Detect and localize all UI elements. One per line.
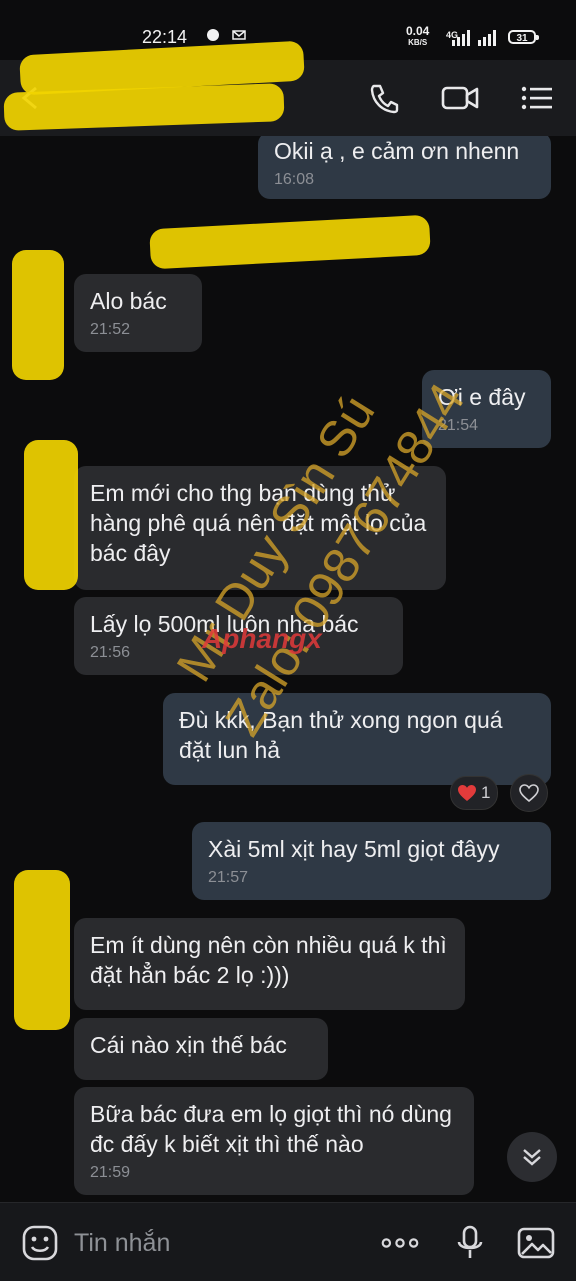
- message-bubble-outgoing[interactable]: Xài 5ml xịt hay 5ml giọt đâyy 21:57: [192, 822, 551, 900]
- scroll-to-bottom-button[interactable]: [507, 1132, 557, 1182]
- message-time: 16:08: [274, 171, 315, 188]
- message-bubble-incoming[interactable]: Alo bác 21:52: [74, 274, 202, 352]
- microphone-icon[interactable]: [450, 1223, 490, 1263]
- video-call-icon[interactable]: [440, 78, 480, 118]
- reaction-count: 1: [481, 783, 491, 802]
- mail-icon: [232, 30, 246, 40]
- image-gallery-icon[interactable]: [516, 1223, 556, 1263]
- message-time: 21:54: [438, 417, 479, 434]
- message-bubble-outgoing[interactable]: Ơi e đây 21:54: [422, 370, 551, 448]
- message-bubble-incoming[interactable]: Cái nào xịn thế bác: [74, 1018, 328, 1080]
- message-text: Okii ạ , e cảm ơn nhenn: [274, 138, 520, 164]
- double-chevron-down-icon: [523, 1149, 541, 1166]
- redaction-mark: [24, 440, 78, 590]
- message-time: 21:56: [90, 644, 131, 661]
- message-bubble-outgoing[interactable]: Đù kkk, Bạn thử xong ngon quá đặt lun hả: [163, 693, 551, 785]
- message-text: Ơi e đây: [438, 384, 526, 410]
- message-text: Xài 5ml xịt hay 5ml giọt đâyy: [208, 836, 500, 862]
- redaction-mark: [14, 870, 70, 1030]
- message-bubble-outgoing[interactable]: Okii ạ , e cảm ơn nhenn 16:08: [258, 136, 551, 199]
- phone-icon[interactable]: [364, 78, 404, 118]
- signal-icon-2: [478, 30, 496, 46]
- message-text: Em mới cho thg bạn dùng thử hàng phê quá…: [90, 480, 427, 566]
- status-time: 22:14: [142, 27, 188, 47]
- heart-outline-icon: [519, 784, 539, 802]
- message-time: 21:59: [90, 1164, 131, 1181]
- notification-icon: [207, 29, 219, 41]
- message-bubble-incoming[interactable]: Lấy lọ 500ml luôn nha bác 21:56: [74, 597, 403, 675]
- menu-list-icon[interactable]: [516, 78, 556, 118]
- add-reaction-button[interactable]: [510, 774, 548, 812]
- emoji-icon[interactable]: [20, 1223, 60, 1263]
- message-time: 21:52: [90, 321, 131, 338]
- message-bubble-incoming[interactable]: Em ít dùng nên còn nhiều quá k thì đặt h…: [74, 918, 465, 1010]
- message-bubble-incoming[interactable]: Bữa bác đưa em lọ giọt thì nó dùng đc đấ…: [74, 1087, 474, 1195]
- message-bubble-incoming[interactable]: Em mới cho thg bạn dùng thử hàng phê quá…: [74, 466, 446, 590]
- message-text: Alo bác: [90, 288, 167, 314]
- message-text: Lấy lọ 500ml luôn nha bác: [90, 611, 359, 637]
- more-options-icon[interactable]: [380, 1223, 420, 1263]
- message-input-bar: Tin nhắn: [0, 1202, 576, 1281]
- network-speed: 0.04 KB/S: [406, 24, 430, 48]
- redaction-mark: [12, 250, 64, 380]
- heart-icon: [458, 785, 476, 801]
- message-text: Bữa bác đưa em lọ giọt thì nó dùng đc đấ…: [90, 1101, 452, 1157]
- speed-unit: KB/S: [408, 38, 428, 47]
- message-text: Em ít dùng nên còn nhiều quá k thì đặt h…: [90, 932, 447, 988]
- reaction-badge[interactable]: 1: [450, 776, 498, 810]
- speed-value: 0.04: [406, 24, 430, 38]
- message-list[interactable]: Okii ạ , e cảm ơn nhenn 16:08 Alo bác 21…: [0, 136, 576, 1202]
- message-time: 21:57: [208, 869, 249, 886]
- signal-icon: [452, 30, 470, 46]
- battery-indicator: 31: [508, 30, 539, 44]
- message-text: Cái nào xịn thế bác: [90, 1032, 287, 1058]
- message-input[interactable]: Tin nhắn: [74, 1229, 170, 1258]
- message-text: Đù kkk, Bạn thử xong ngon quá đặt lun hả: [179, 707, 503, 763]
